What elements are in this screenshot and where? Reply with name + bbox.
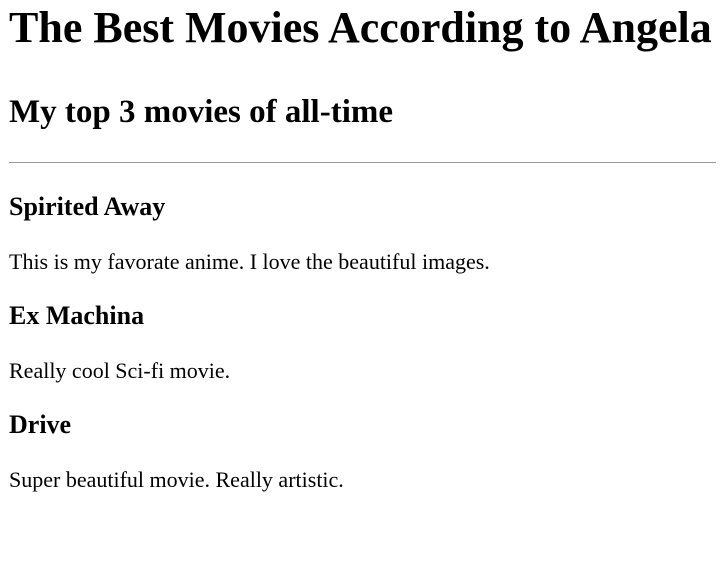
page-content: The Best Movies According to Angela My t… [0,3,720,493]
movie-item: Ex Machina Really cool Sci-fi movie. [9,301,716,384]
movie-title: Ex Machina [9,301,145,330]
page-title: The Best Movies According to Angela [9,3,712,52]
movie-title: Drive [9,410,72,439]
movie-item: Spirited Away This is my favorate anime.… [9,192,716,275]
movie-item: Drive Super beautiful movie. Really arti… [9,410,716,493]
divider [9,162,716,163]
movie-description: Super beautiful movie. Really artistic. [9,467,344,492]
movie-title: Spirited Away [9,192,166,221]
movie-description: Really cool Sci-fi movie. [9,358,231,383]
movie-description: This is my favorate anime. I love the be… [9,249,490,274]
page-subtitle: My top 3 movies of all-time [9,94,393,130]
